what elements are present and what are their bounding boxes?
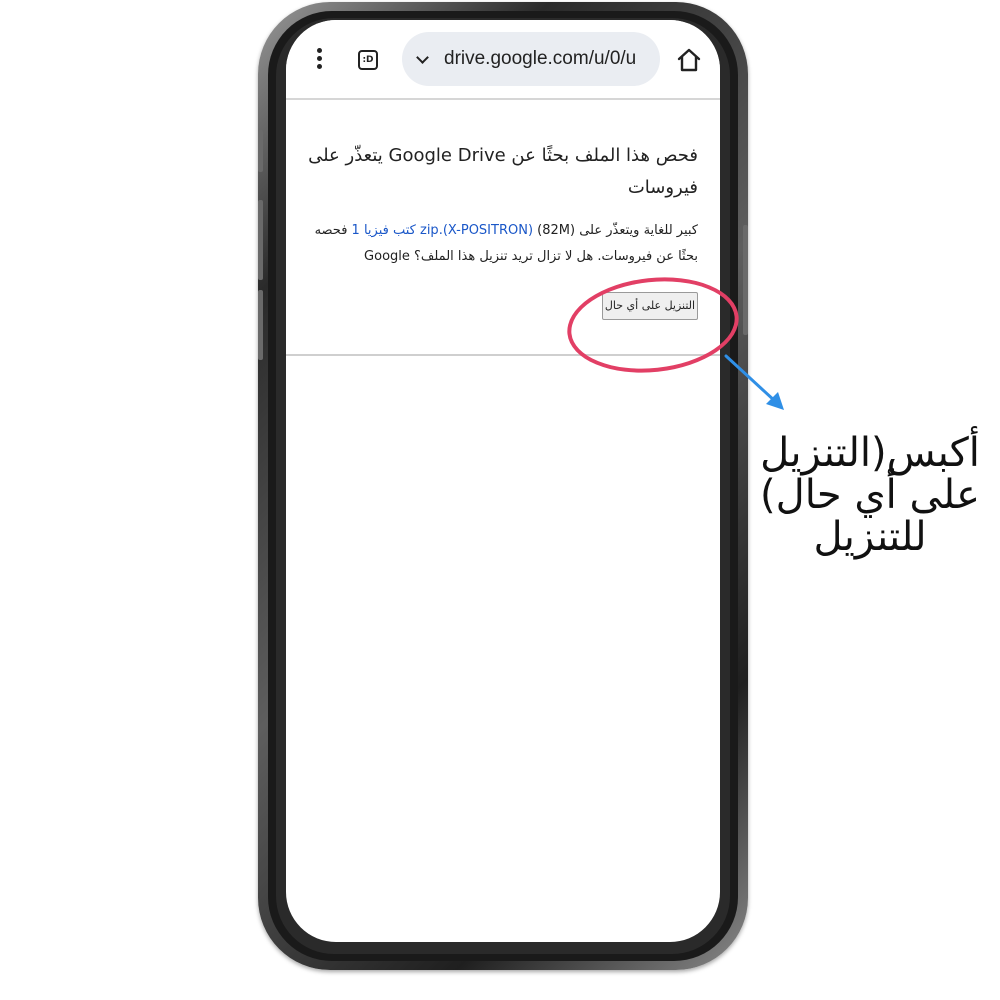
menu-dots-icon[interactable] [314,48,324,72]
browser-toolbar: :D drive.google.com/u/0/u [286,20,720,98]
url-text[interactable]: drive.google.com/u/0/u [444,48,636,70]
pointer-arrow-icon [724,354,784,410]
home-icon[interactable] [676,47,702,73]
warning-body: كبير للغاية ويتعذّر على (82M) (X-POSITRO… [306,218,698,270]
chevron-down-icon[interactable] [416,51,429,64]
phone-volume-up-button [258,200,263,280]
phone-screen: :D drive.google.com/u/0/u فحص هذا الملف … [286,20,720,942]
warning-body-prefix: كبير للغاية ويتعذّر على (82M) [533,223,698,238]
warning-heading: فحص هذا الملف بحثًا عن Google Drive يتعذ… [308,145,698,198]
address-bar[interactable]: drive.google.com/u/0/u [402,32,660,86]
virus-scan-warning: فحص هذا الملف بحثًا عن Google Drive يتعذ… [306,140,698,270]
file-name-link[interactable]: (X-POSITRON).zip كتب فيزيا 1 [352,223,533,238]
tab-switcher-icon[interactable]: :D [358,50,378,70]
phone-volume-down-button [258,290,263,360]
phone-power-button [743,225,748,335]
instruction-text: أكبس(التنزيل على أي حال) للتنزيل [760,430,980,560]
phone-side-button [258,130,263,172]
toolbar-divider [286,98,720,100]
